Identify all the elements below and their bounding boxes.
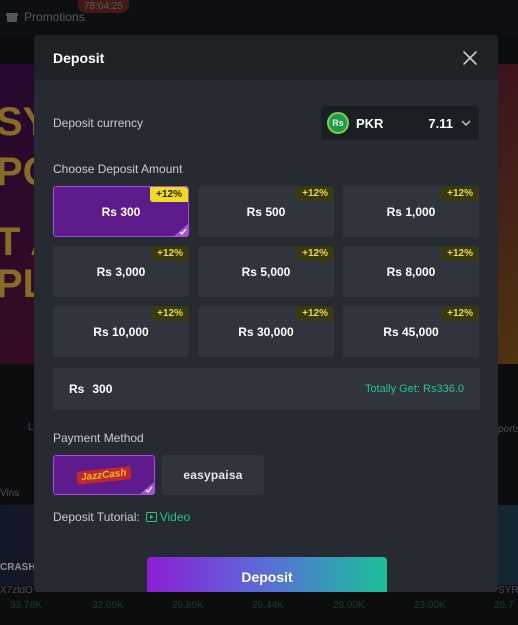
jazzcash-logo: JazzCash — [76, 465, 132, 485]
amount-label: Rs 1,000 — [386, 204, 436, 219]
bonus-badge: +12% — [150, 187, 188, 202]
payment-jazzcash[interactable]: JazzCash — [53, 455, 155, 495]
currency-row: Deposit currency Rs PKR 7.11 — [53, 105, 479, 141]
amount-option-3000[interactable]: Rs 3,000 +12% — [53, 246, 189, 297]
deposit-button[interactable]: Deposit — [147, 557, 387, 592]
currency-label: Deposit currency — [53, 116, 144, 130]
amount-value: 300 — [92, 382, 113, 396]
total-get-text: Totally Get: Rs336.0 — [364, 383, 464, 395]
bonus-badge: +12% — [296, 306, 334, 321]
amount-label: Rs 30,000 — [238, 324, 294, 339]
amount-option-1000[interactable]: Rs 1,000 +12% — [343, 186, 479, 237]
amount-grid: Rs 300 +12% Rs 500 +12% Rs 1,000 +12% Rs… — [53, 186, 480, 357]
modal-header: Deposit — [34, 35, 498, 80]
amount-label: Rs 10,000 — [93, 324, 149, 339]
amount-option-8000[interactable]: Rs 8,000 +12% — [343, 246, 479, 297]
amount-option-500[interactable]: Rs 500 +12% — [198, 186, 334, 237]
check-icon — [140, 482, 154, 494]
payment-easypaisa[interactable]: easypaisa — [162, 455, 264, 495]
bonus-badge: +12% — [151, 246, 189, 261]
amount-option-300[interactable]: Rs 300 +12% — [53, 186, 189, 237]
amount-option-10000[interactable]: Rs 10,000 +12% — [53, 306, 189, 357]
amount-label: Rs 3,000 — [96, 264, 146, 279]
play-icon — [145, 512, 157, 522]
tutorial-row: Deposit Tutorial: Video — [53, 510, 190, 524]
deposit-modal: Deposit Deposit currency Rs PKR 7.11 Cho… — [34, 35, 498, 592]
choose-amount-label: Choose Deposit Amount — [53, 162, 183, 176]
tutorial-label: Deposit Tutorial: — [53, 510, 140, 524]
amount-label: Rs 45,000 — [383, 324, 439, 339]
amount-option-5000[interactable]: Rs 5,000 +12% — [198, 246, 334, 297]
amount-label: Rs 8,000 — [386, 264, 436, 279]
bonus-badge: +12% — [441, 306, 479, 321]
bonus-badge: +12% — [296, 246, 334, 261]
close-icon[interactable] — [461, 49, 479, 67]
chevron-down-icon — [461, 120, 471, 126]
bonus-badge: +12% — [151, 306, 189, 321]
easypaisa-logo: easypaisa — [183, 468, 243, 482]
currency-code: PKR — [356, 115, 384, 131]
amount-label: Rs 5,000 — [241, 264, 291, 279]
amount-option-30000[interactable]: Rs 30,000 +12% — [198, 306, 334, 357]
currency-balance: 7.11 — [428, 115, 453, 131]
video-label: Video — [159, 510, 191, 524]
payment-method-label: Payment Method — [53, 431, 144, 445]
tutorial-video-link[interactable]: Video — [145, 510, 191, 524]
amount-label: Rs 500 — [246, 204, 286, 219]
amount-input[interactable]: Rs 300 Totally Get: Rs336.0 — [53, 368, 480, 410]
currency-select[interactable]: Rs PKR 7.11 — [321, 106, 479, 140]
check-icon — [174, 224, 188, 236]
payment-methods: JazzCash easypaisa — [53, 455, 264, 495]
amount-option-45000[interactable]: Rs 45,000 +12% — [343, 306, 479, 357]
bonus-badge: +12% — [441, 186, 479, 201]
bonus-badge: +12% — [441, 246, 479, 261]
rupee-coin-icon: Rs — [327, 112, 349, 134]
modal-title: Deposit — [53, 49, 105, 66]
amount-label: Rs 300 — [101, 204, 141, 219]
amount-currency: Rs — [69, 382, 85, 396]
bonus-badge: +12% — [296, 186, 334, 201]
